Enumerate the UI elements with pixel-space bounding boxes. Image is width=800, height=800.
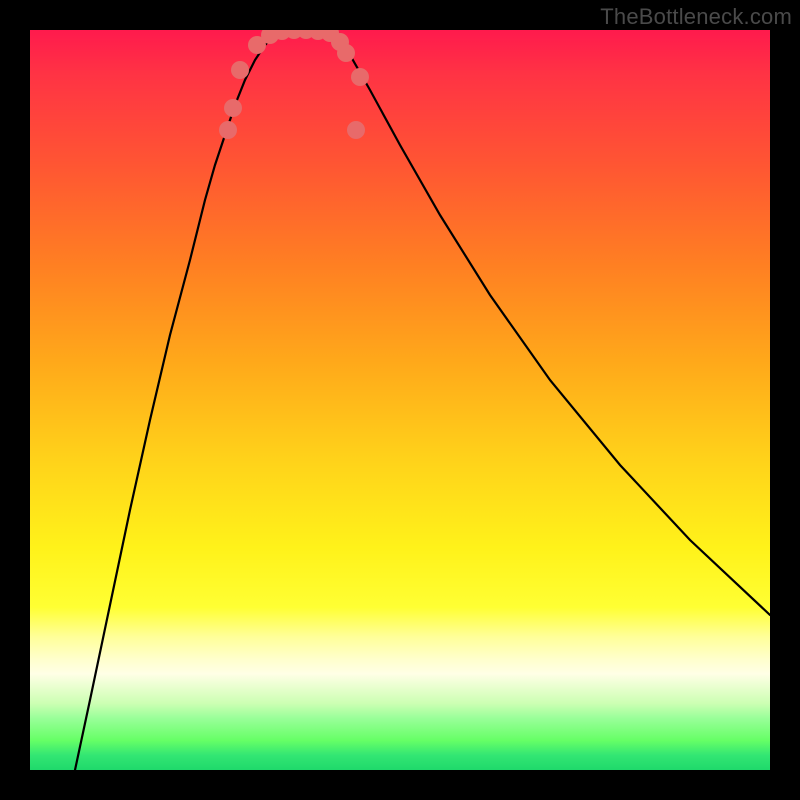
curve-marker [231,61,249,79]
bottleneck-curve [30,30,770,770]
curve-marker [219,121,237,139]
plot-area [30,30,770,770]
curve-marker [224,99,242,117]
curve-marker [347,121,365,139]
curve-markers [219,30,369,139]
chart-frame: TheBottleneck.com [0,0,800,800]
curve-marker [337,44,355,62]
curve-marker [351,68,369,86]
watermark-text: TheBottleneck.com [600,4,792,30]
curve-path [75,30,770,770]
